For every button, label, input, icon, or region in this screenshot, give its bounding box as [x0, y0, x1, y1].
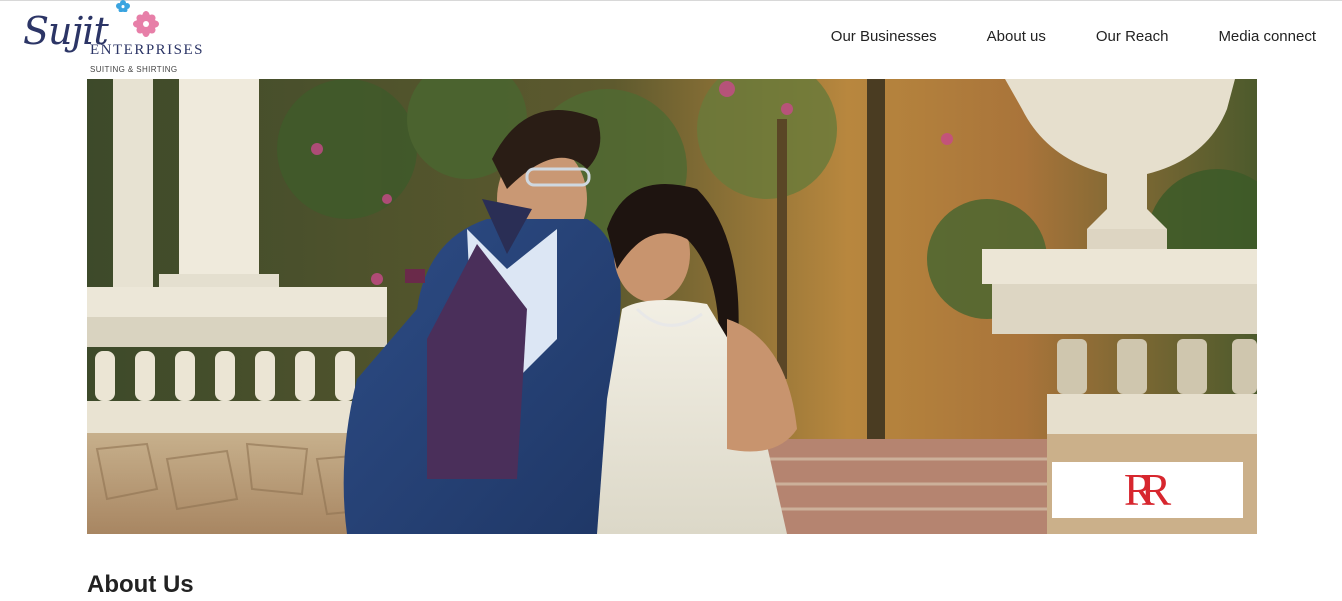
site-header: Sujit ENTERPRISES SUITING & SHIRTING Our… [0, 0, 1342, 79]
company-logo[interactable]: Sujit ENTERPRISES SUITING & SHIRTING [20, 0, 203, 78]
logo-subtitle: ENTERPRISES [90, 42, 205, 58]
blue-flower-icon [116, 0, 130, 12]
brand-badge[interactable]: RR [1052, 462, 1243, 518]
nav-our-reach[interactable]: Our Reach [1096, 28, 1169, 45]
nav-about-us[interactable]: About us [987, 28, 1046, 45]
brand-mark: RR [1123, 464, 1172, 515]
main-nav: Our Businesses About us Our Reach Media … [831, 28, 1316, 45]
logo-tagline: SUITING & SHIRTING [90, 65, 178, 74]
hero-banner[interactable]: RR [87, 79, 1257, 534]
about-heading: About Us [87, 571, 194, 598]
nav-media-connect[interactable]: Media connect [1218, 28, 1316, 45]
nav-our-businesses[interactable]: Our Businesses [831, 28, 937, 45]
pink-flower-icon [133, 11, 159, 37]
